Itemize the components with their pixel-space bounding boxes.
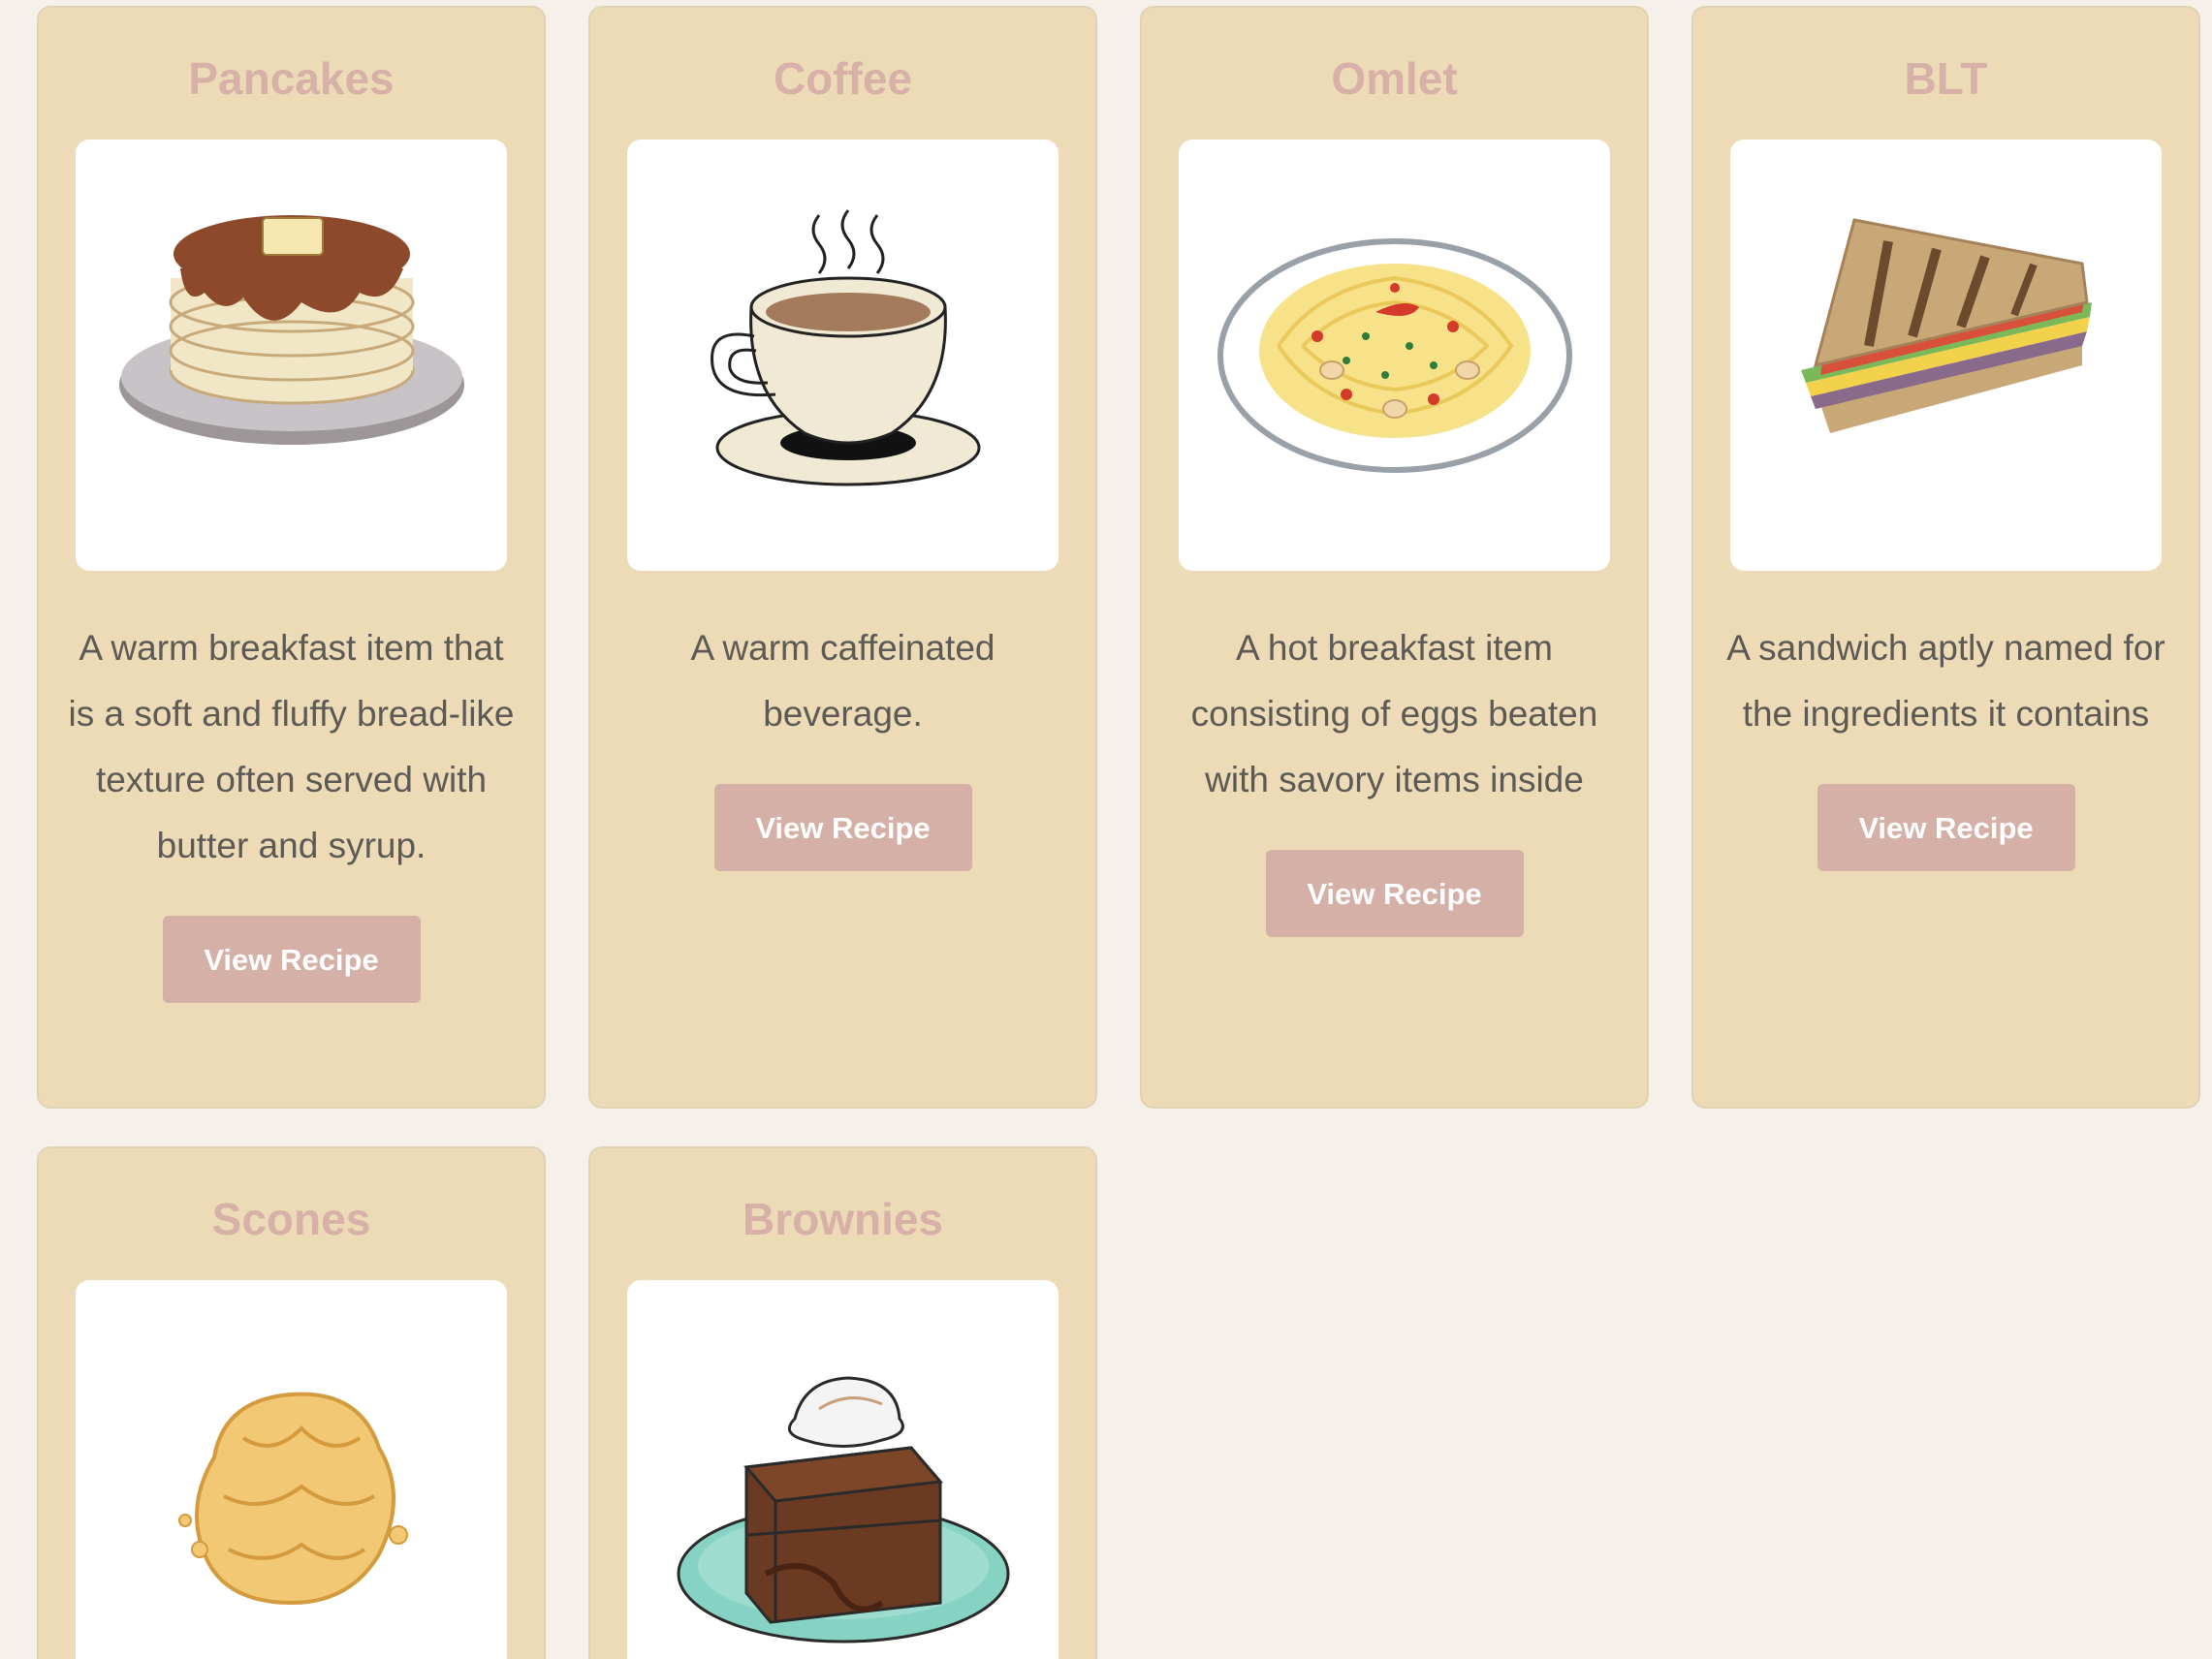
card-title: Omlet xyxy=(1331,53,1458,104)
coffee-illustration xyxy=(710,208,980,485)
recipe-card-scones: Scones xyxy=(37,1146,546,1659)
card-title: Coffee xyxy=(773,53,913,104)
view-recipe-button[interactable]: View Recipe xyxy=(1817,784,2075,871)
brownies-illustration xyxy=(677,1375,1009,1643)
blt-illustration xyxy=(1800,217,2092,433)
pancakes-illustration xyxy=(118,214,464,445)
view-recipe-button[interactable]: View Recipe xyxy=(713,784,972,871)
view-recipe-button[interactable]: View Recipe xyxy=(1265,850,1524,937)
sandwich-icon xyxy=(1730,140,2162,571)
pancakes-icon xyxy=(76,140,507,571)
recipe-grid: Pancakes A warm breakfast item that is a… xyxy=(0,0,2212,1659)
recipe-card-brownies: Brownies xyxy=(588,1146,1097,1659)
omlet-illustration xyxy=(1217,237,1572,473)
card-description: A sandwich aptly named for the ingredien… xyxy=(1726,628,2165,734)
card-description: A warm caffeinated beverage. xyxy=(690,628,995,734)
recipe-card-pancakes: Pancakes A warm breakfast item that is a… xyxy=(37,6,546,1109)
view-recipe-button[interactable]: View Recipe xyxy=(162,916,421,1003)
card-title: Pancakes xyxy=(188,53,395,104)
card-title: BLT xyxy=(1904,53,1988,104)
card-title: Scones xyxy=(211,1194,371,1244)
recipe-card-coffee: Coffee A warm caffeinated beverage. View… xyxy=(588,6,1097,1109)
pasta-plate-icon xyxy=(1179,140,1610,571)
coffee-cup-icon xyxy=(627,140,1059,571)
card-description: A warm breakfast item that is a soft and… xyxy=(68,628,515,865)
card-title: Brownies xyxy=(742,1194,944,1244)
recipe-card-omlet: Omlet A hot breakfast item consisting of… xyxy=(1140,6,1649,1109)
recipe-card-blt: BLT A sandwich aptly named for the ingre… xyxy=(1691,6,2200,1109)
scone-illustration xyxy=(177,1392,408,1605)
card-description: A hot breakfast item consisting of eggs … xyxy=(1190,628,1598,799)
brownie-icon xyxy=(627,1280,1059,1659)
scone-icon xyxy=(76,1280,507,1659)
